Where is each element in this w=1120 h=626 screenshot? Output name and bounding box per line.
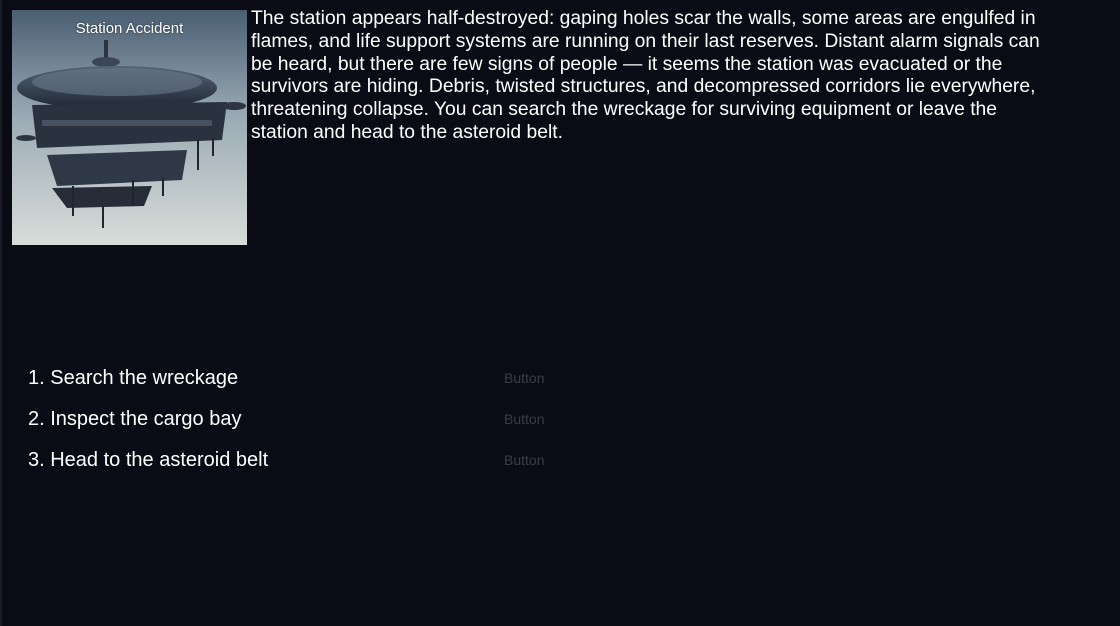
choice-label: 2. Inspect the cargo bay — [28, 408, 242, 430]
choice-1-button[interactable]: Button — [504, 369, 544, 387]
choice-2-button[interactable]: Button — [504, 410, 544, 428]
choice-item: 3. Head to the asteroid belt Button — [28, 447, 588, 488]
choice-item: 2. Inspect the cargo bay Button — [28, 406, 588, 447]
space-station-icon — [12, 10, 247, 245]
choice-label: 3. Head to the asteroid belt — [28, 449, 269, 471]
choice-item: 1. Search the wreckage Button — [28, 365, 588, 406]
choice-list: 1. Search the wreckage Button 2. Inspect… — [28, 365, 588, 488]
choice-3-button[interactable]: Button — [504, 451, 544, 469]
scene-description: The station appears half-destroyed: gapi… — [251, 8, 1040, 143]
scene-image: Station Accident — [12, 10, 247, 245]
game-screen: Station Accident The station appears hal… — [0, 0, 1120, 626]
scene-title: Station Accident — [75, 20, 184, 37]
choice-label: 1. Search the wreckage — [28, 367, 239, 389]
